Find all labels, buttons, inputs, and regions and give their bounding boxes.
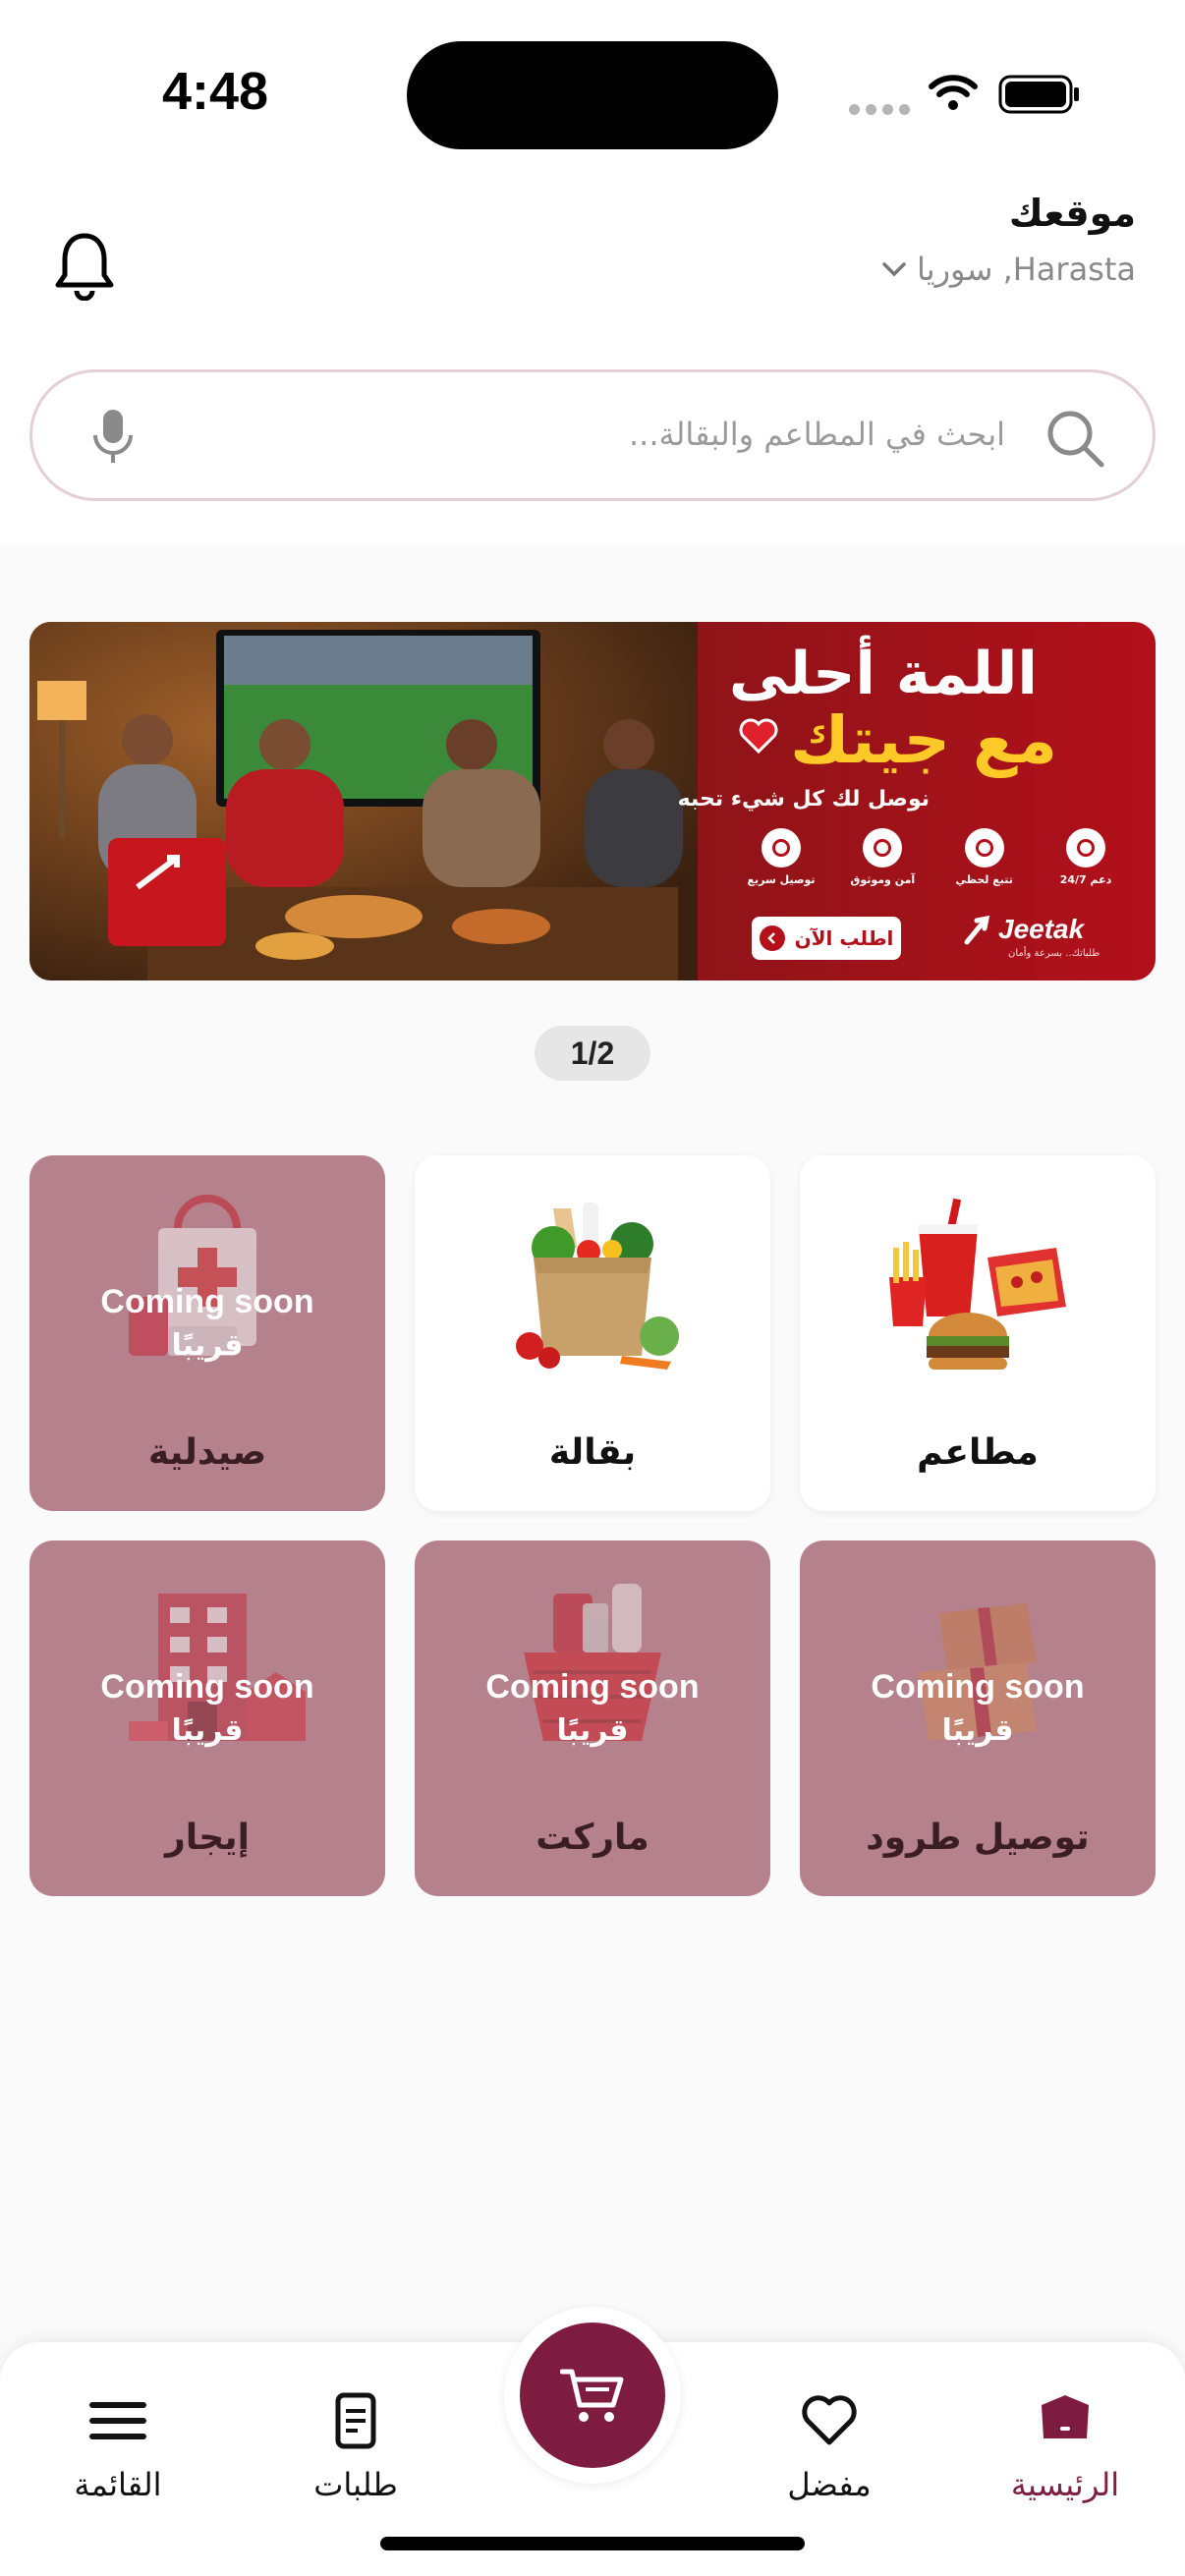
nav-home[interactable]: الرئيسية bbox=[967, 2342, 1163, 2539]
orders-document-icon bbox=[335, 2392, 376, 2449]
location-value: Harasta, سوريا bbox=[916, 251, 1136, 288]
category-rent[interactable]: Coming soon قريبًا إيجار bbox=[29, 1540, 385, 1896]
nav-favorites-label: مفضل bbox=[787, 2466, 872, 2503]
chevron-left-icon bbox=[759, 925, 785, 951]
microphone-icon[interactable] bbox=[91, 408, 135, 467]
top-area: 4:48 موقعك Harasta, سوريا ابحث في المطاع… bbox=[0, 0, 1185, 545]
feature-fast: توصيل سريع bbox=[737, 828, 825, 886]
cart-button[interactable] bbox=[504, 2307, 681, 2484]
category-label: مطاعم bbox=[917, 1432, 1039, 1473]
banner-pager: 1/2 bbox=[535, 1026, 650, 1081]
shield-icon bbox=[863, 828, 903, 868]
feature-secure: آمن وموثوق bbox=[838, 828, 927, 886]
order-now-label: اطلب الآن bbox=[794, 926, 894, 950]
nav-home-label: الرئيسية bbox=[1010, 2466, 1120, 2503]
coming-soon-label: Coming soon bbox=[100, 1668, 314, 1706]
cart-button-circle bbox=[520, 2323, 665, 2468]
nav-menu-label: القائمة bbox=[74, 2466, 162, 2503]
feature-label: توصيل سريع bbox=[747, 873, 816, 886]
coming-soon-label: Coming soon bbox=[871, 1668, 1085, 1706]
feature-label: تتبع لحظي bbox=[955, 873, 1013, 886]
shopping-cart-icon bbox=[560, 2369, 624, 2422]
heart-icon bbox=[739, 718, 778, 755]
home-icon bbox=[1042, 2395, 1089, 2438]
search-icon bbox=[1047, 411, 1104, 468]
feature-label: دعم 24/7 bbox=[1059, 873, 1112, 886]
coming-soon-label-ar: قريبًا bbox=[171, 1328, 244, 1363]
banner-headline-highlight: مع جيتك bbox=[790, 702, 1057, 778]
category-label: ماركت bbox=[536, 1818, 649, 1858]
banner-subtitle: نوصل لك كل شيء تحبه bbox=[677, 787, 930, 812]
status-time: 4:48 bbox=[162, 62, 269, 121]
jeetak-logo: Jeetak bbox=[963, 913, 1084, 946]
coming-soon-label-ar: قريبًا bbox=[941, 1713, 1014, 1748]
home-indicator[interactable] bbox=[380, 2537, 805, 2550]
brand-tagline: طلباتك.. بسرعة وأمان bbox=[1008, 948, 1100, 959]
banner-headline: اللمة أحلى bbox=[728, 640, 1038, 708]
category-parcel-delivery[interactable]: Coming soon قريبًا توصيل طرود bbox=[800, 1540, 1156, 1896]
football-watching-party-image bbox=[29, 622, 698, 980]
category-restaurants[interactable]: مطاعم bbox=[800, 1155, 1156, 1511]
chevron-down-icon[interactable] bbox=[880, 259, 908, 279]
stopwatch-icon bbox=[762, 828, 802, 868]
nav-favorites[interactable]: مفضل bbox=[731, 2342, 928, 2539]
nav-menu[interactable]: القائمة bbox=[20, 2342, 216, 2539]
menu-icon bbox=[89, 2402, 146, 2439]
battery-icon bbox=[998, 75, 1079, 114]
coming-soon-label: Coming soon bbox=[485, 1668, 700, 1706]
banner-features: دعم 24/7 تتبع لحظي آمن وموثوق توصيل سريع bbox=[737, 828, 1130, 886]
coming-soon-label-ar: قريبًا bbox=[171, 1713, 244, 1748]
category-market[interactable]: Coming soon قريبًا ماركت bbox=[415, 1540, 770, 1896]
dynamic-island bbox=[407, 41, 778, 149]
category-label: توصيل طرود bbox=[866, 1818, 1090, 1858]
headset-icon bbox=[1066, 828, 1105, 868]
location-selector[interactable]: Harasta, سوريا bbox=[917, 251, 1136, 288]
category-label: صيدلية bbox=[147, 1432, 267, 1473]
bell-icon[interactable] bbox=[53, 230, 116, 301]
feature-tracking: تتبع لحظي bbox=[940, 828, 1029, 886]
category-label: بقالة bbox=[548, 1432, 637, 1473]
wifi-icon bbox=[929, 75, 978, 110]
order-now-button[interactable]: اطلب الآن bbox=[752, 917, 901, 960]
cellular-signal-icon bbox=[849, 104, 910, 115]
search-bar[interactable]: ابحث في المطاعم والبقالة... bbox=[29, 369, 1156, 501]
jeetak-logo-mark-icon bbox=[964, 915, 990, 945]
feature-support: دعم 24/7 bbox=[1042, 828, 1130, 886]
category-grocery[interactable]: بقالة bbox=[415, 1155, 770, 1511]
coming-soon-label: Coming soon bbox=[100, 1283, 314, 1320]
grocery-bag-icon bbox=[516, 1203, 679, 1370]
category-label: إيجار bbox=[164, 1818, 251, 1858]
promo-banner[interactable]: اللمة أحلى مع جيتك نوصل لك كل شيء تحبه د… bbox=[29, 622, 1156, 980]
fast-food-icon bbox=[889, 1198, 1066, 1370]
feature-label: آمن وموثوق bbox=[850, 873, 916, 886]
coming-soon-label-ar: قريبًا bbox=[556, 1713, 629, 1748]
nav-orders[interactable]: طلبات bbox=[257, 2342, 454, 2539]
location-pin-icon bbox=[964, 828, 1004, 868]
search-input[interactable]: ابحث في المطاعم والبقالة... bbox=[629, 416, 1005, 453]
location-title: موقعك bbox=[1008, 192, 1136, 235]
heart-outline-icon bbox=[802, 2395, 857, 2445]
brand-name: Jeetak bbox=[998, 914, 1085, 944]
nav-orders-label: طلبات bbox=[313, 2466, 398, 2503]
category-pharmacy[interactable]: Coming soon قريبًا صيدلية bbox=[29, 1155, 385, 1511]
